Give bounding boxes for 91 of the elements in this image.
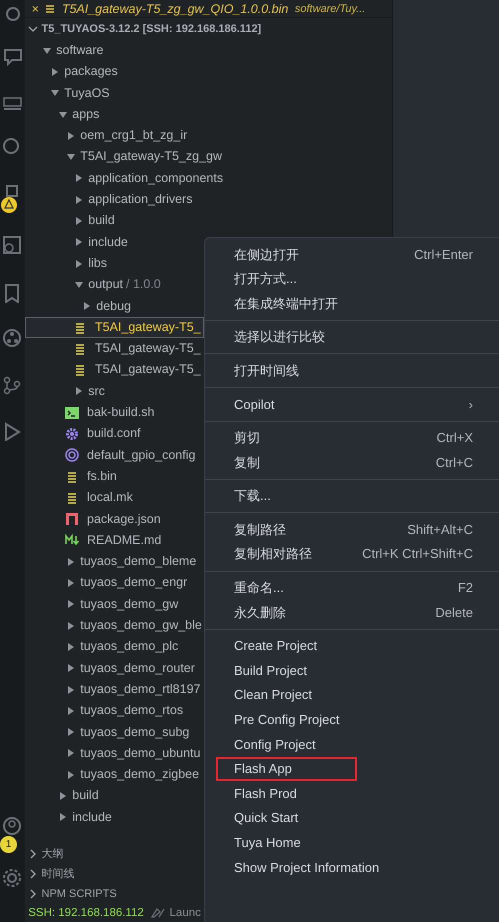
file-item[interactable]: bak-build.sh (25, 402, 154, 424)
folder-item[interactable]: T5AI_gateway-T5_zg_gw (25, 146, 222, 168)
folder-item[interactable]: tuyaos_demo_rtl8197 (25, 678, 200, 700)
launch-status[interactable]: Launc (170, 904, 201, 922)
notification-badge: 1 (0, 836, 17, 853)
file-lines-icon (73, 363, 87, 378)
file-item[interactable]: README.md (25, 530, 162, 552)
folder-item[interactable]: include (25, 806, 112, 828)
tab-title: T5AI_gateway-T5_zg_gw_QIO_1.0.0.bin (62, 0, 288, 17)
menu-item[interactable]: 在集成终端中打开 (205, 291, 495, 316)
menu-item[interactable]: Config Project (205, 732, 495, 757)
file-item[interactable]: T5AI_gateway-T5_ (25, 359, 201, 381)
menu-item[interactable]: 打开时间线 (205, 358, 495, 383)
menu-item[interactable]: Clean Project (205, 682, 495, 708)
folder-item[interactable]: tuyaos_demo_plc (25, 636, 178, 658)
markdown-icon (65, 533, 79, 548)
warning-icon (1, 197, 17, 213)
terminal-icon (65, 406, 79, 420)
file-lines-icon (65, 490, 79, 505)
menu-item[interactable]: 打开方式... (205, 266, 495, 292)
folder-item[interactable]: build (25, 210, 115, 232)
folder-item[interactable]: application_components (25, 168, 224, 190)
folder-item[interactable]: TuyaOS (25, 82, 110, 104)
file-lines-icon (73, 320, 87, 334)
run-debug-icon (2, 421, 22, 441)
menu-item[interactable]: Create Project (205, 634, 495, 658)
file-lines-icon (73, 342, 87, 356)
package-icon (65, 512, 79, 526)
folder-item[interactable]: tuyaos_demo_rtos (25, 700, 184, 722)
folder-item[interactable]: tuyaos_demo_gw (25, 594, 178, 616)
bookmark-icon (2, 283, 22, 303)
remote-status[interactable]: SSH: 192.168.186.112 (28, 904, 144, 922)
section-header[interactable]: NPM SCRIPTS (42, 884, 117, 904)
folder-item[interactable]: packages (25, 61, 118, 83)
settings-icon (2, 868, 22, 888)
file-item[interactable]: local.mk (25, 487, 133, 509)
ring-icon (65, 448, 79, 462)
file-item[interactable]: build.conf (25, 423, 141, 445)
menu-item[interactable]: 重命名... F2 (205, 576, 495, 600)
chat-icon (2, 46, 22, 66)
folder-item[interactable]: tuyaos_demo_ubuntu (25, 742, 200, 764)
file-item[interactable]: default_gpio_config (25, 444, 196, 466)
menu-item[interactable]: 复制路径 Shift+Alt+C (205, 517, 495, 542)
menu-item[interactable]: Quick Start (205, 806, 495, 830)
folder-item[interactable]: tuyaos_demo_zigbee (25, 764, 200, 786)
file-lines-icon (45, 4, 56, 14)
menu-item[interactable]: 下载... (205, 484, 495, 508)
menu-item[interactable]: 复制相对路径 Ctrl+K Ctrl+Shift+C (205, 542, 495, 567)
folder-item[interactable]: src (25, 380, 105, 402)
folder-item[interactable]: debug (25, 296, 132, 317)
file-lines-icon (65, 470, 79, 484)
section-header[interactable]: 大纲 (42, 844, 64, 864)
source-control-icon (2, 375, 22, 395)
close-button[interactable]: × (32, 0, 39, 17)
folder-item[interactable]: output / 1.0.0 (25, 274, 161, 296)
menu-item[interactable]: Flash Prod (205, 781, 495, 806)
folder-item[interactable]: oem_crg1_bt_zg_ir (25, 125, 188, 146)
explorer-root-title[interactable]: T5_TUYAOS-3.12.2 [SSH: 192.168.186.112] (42, 18, 262, 40)
menu-item[interactable]: Build Project (205, 658, 495, 683)
menu-item[interactable]: 剪切 Ctrl+X (205, 426, 495, 450)
menu-item[interactable]: 选择以进行比较 (205, 324, 495, 350)
folder-item[interactable]: apps (25, 104, 100, 126)
folder-item[interactable]: tuyaos_demo_gw_ble (25, 615, 202, 636)
file-item[interactable]: T5AI_gateway-T5_ (25, 338, 201, 360)
folder-item[interactable]: tuyaos_demo_router (25, 658, 195, 679)
file-item[interactable]: fs.bin (25, 466, 117, 488)
tab-path: software/Tuy... (294, 2, 366, 16)
menu-item[interactable]: 复制 Ctrl+C (205, 450, 495, 475)
menu-item[interactable]: Show Project Information (205, 855, 495, 880)
account-icon (2, 816, 22, 836)
graph-icon (2, 328, 22, 348)
menu-item[interactable]: Copilot › (205, 392, 495, 417)
gear-icon (65, 426, 79, 441)
menu-item[interactable]: 永久删除 Delete (205, 600, 495, 625)
folder-item[interactable]: libs (25, 252, 108, 274)
menu-item[interactable]: Flash App (216, 756, 357, 782)
folder-item[interactable]: application_drivers (25, 189, 192, 210)
menu-item[interactable]: Pre Config Project (205, 708, 495, 732)
folder-item[interactable]: software (25, 40, 104, 62)
folder-item[interactable]: build (25, 785, 99, 807)
menu-item[interactable]: Tuya Home (205, 830, 495, 856)
file-item[interactable]: T5AI_gateway-T5_ (25, 316, 204, 338)
section-header[interactable]: 时间线 (42, 864, 74, 884)
circle-icon (2, 137, 22, 157)
file-item[interactable]: package.json (25, 508, 161, 530)
folder-item[interactable]: include (25, 232, 128, 253)
folder-item[interactable]: tuyaos_demo_engr (25, 572, 188, 594)
remote-explorer-icon (2, 235, 22, 255)
menu-item[interactable]: 在侧边打开 Ctrl+Enter (205, 242, 495, 267)
folder-item[interactable]: tuyaos_demo_subg (25, 722, 190, 743)
folder-item[interactable]: tuyaos_demo_bleme (25, 551, 196, 572)
